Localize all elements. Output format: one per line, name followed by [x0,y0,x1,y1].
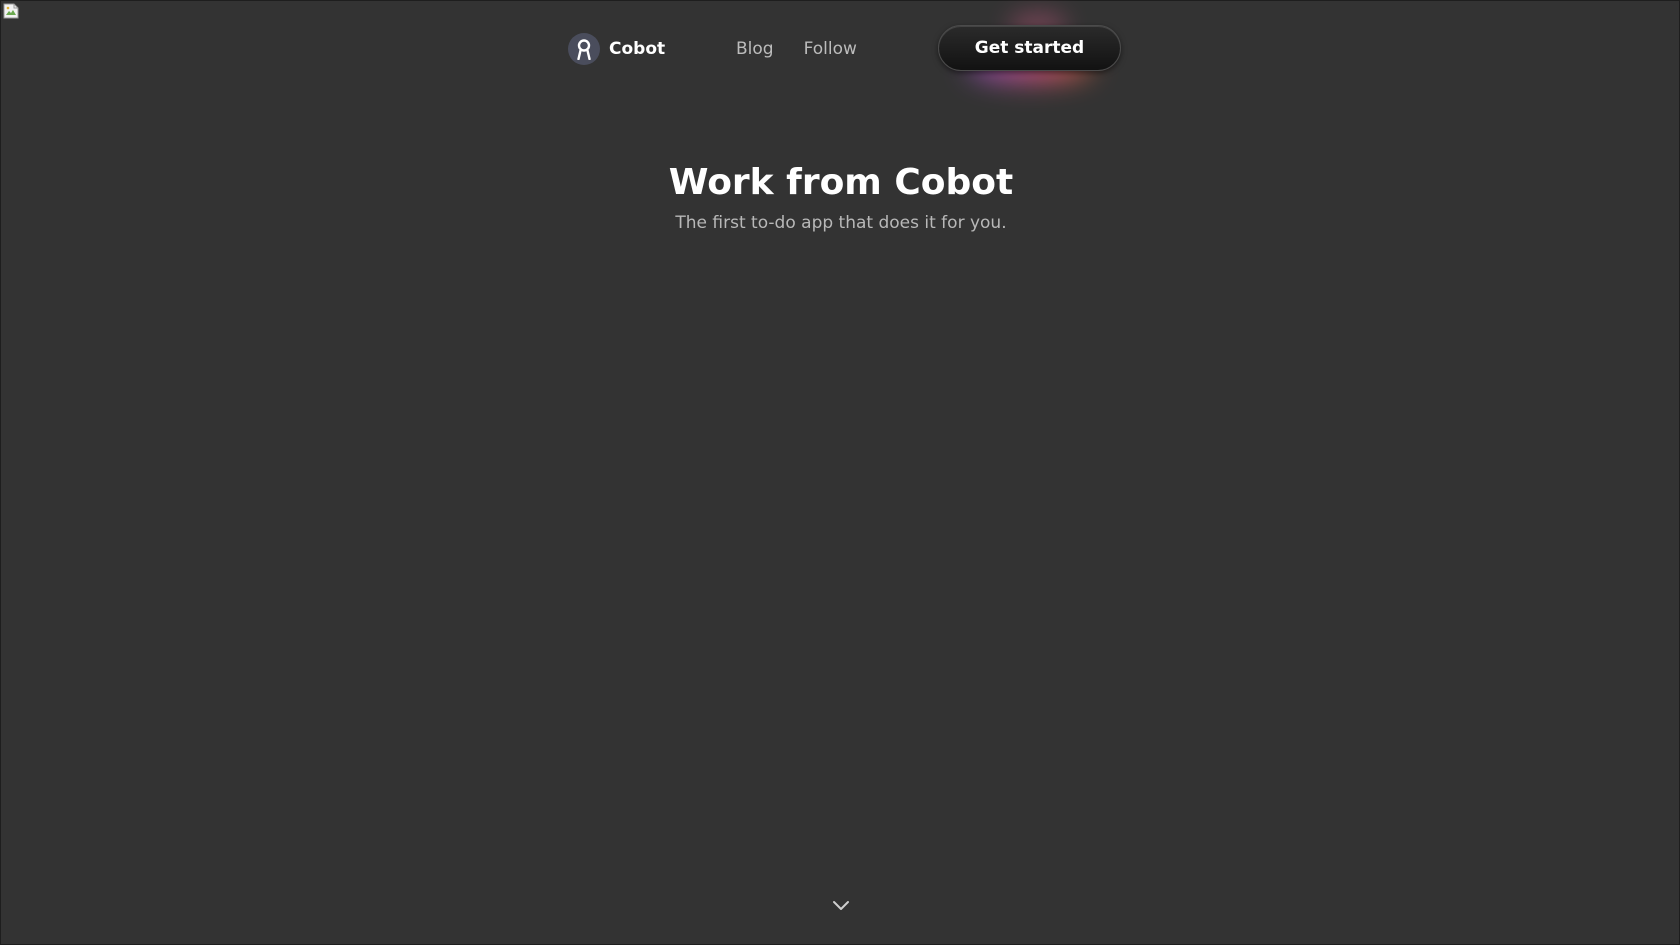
hero-title: Work from Cobot [668,162,1014,203]
hero-section: Work from Cobot The first to-do app that… [1,161,1680,235]
main-nav: Blog Follow [736,33,857,65]
brand-name: Cobot [609,39,666,59]
broken-image-icon [3,3,19,19]
chevron-down-icon [833,901,849,910]
get-started-button[interactable]: Get started [938,25,1121,71]
nav-link-follow[interactable]: Follow [804,39,857,59]
get-started-wrapper: Get started [938,13,1121,81]
brand-link[interactable]: Cobot [568,33,665,65]
user-avatar-icon [568,33,600,65]
scroll-down-button[interactable] [829,894,853,918]
page: Cobot Blog Follow Get started Work from … [0,0,1680,945]
top-navbar: Cobot Blog Follow Get started [568,13,1121,81]
nav-link-blog[interactable]: Blog [736,39,774,59]
hero-subtitle: The first to-do app that does it for you… [675,213,1007,233]
